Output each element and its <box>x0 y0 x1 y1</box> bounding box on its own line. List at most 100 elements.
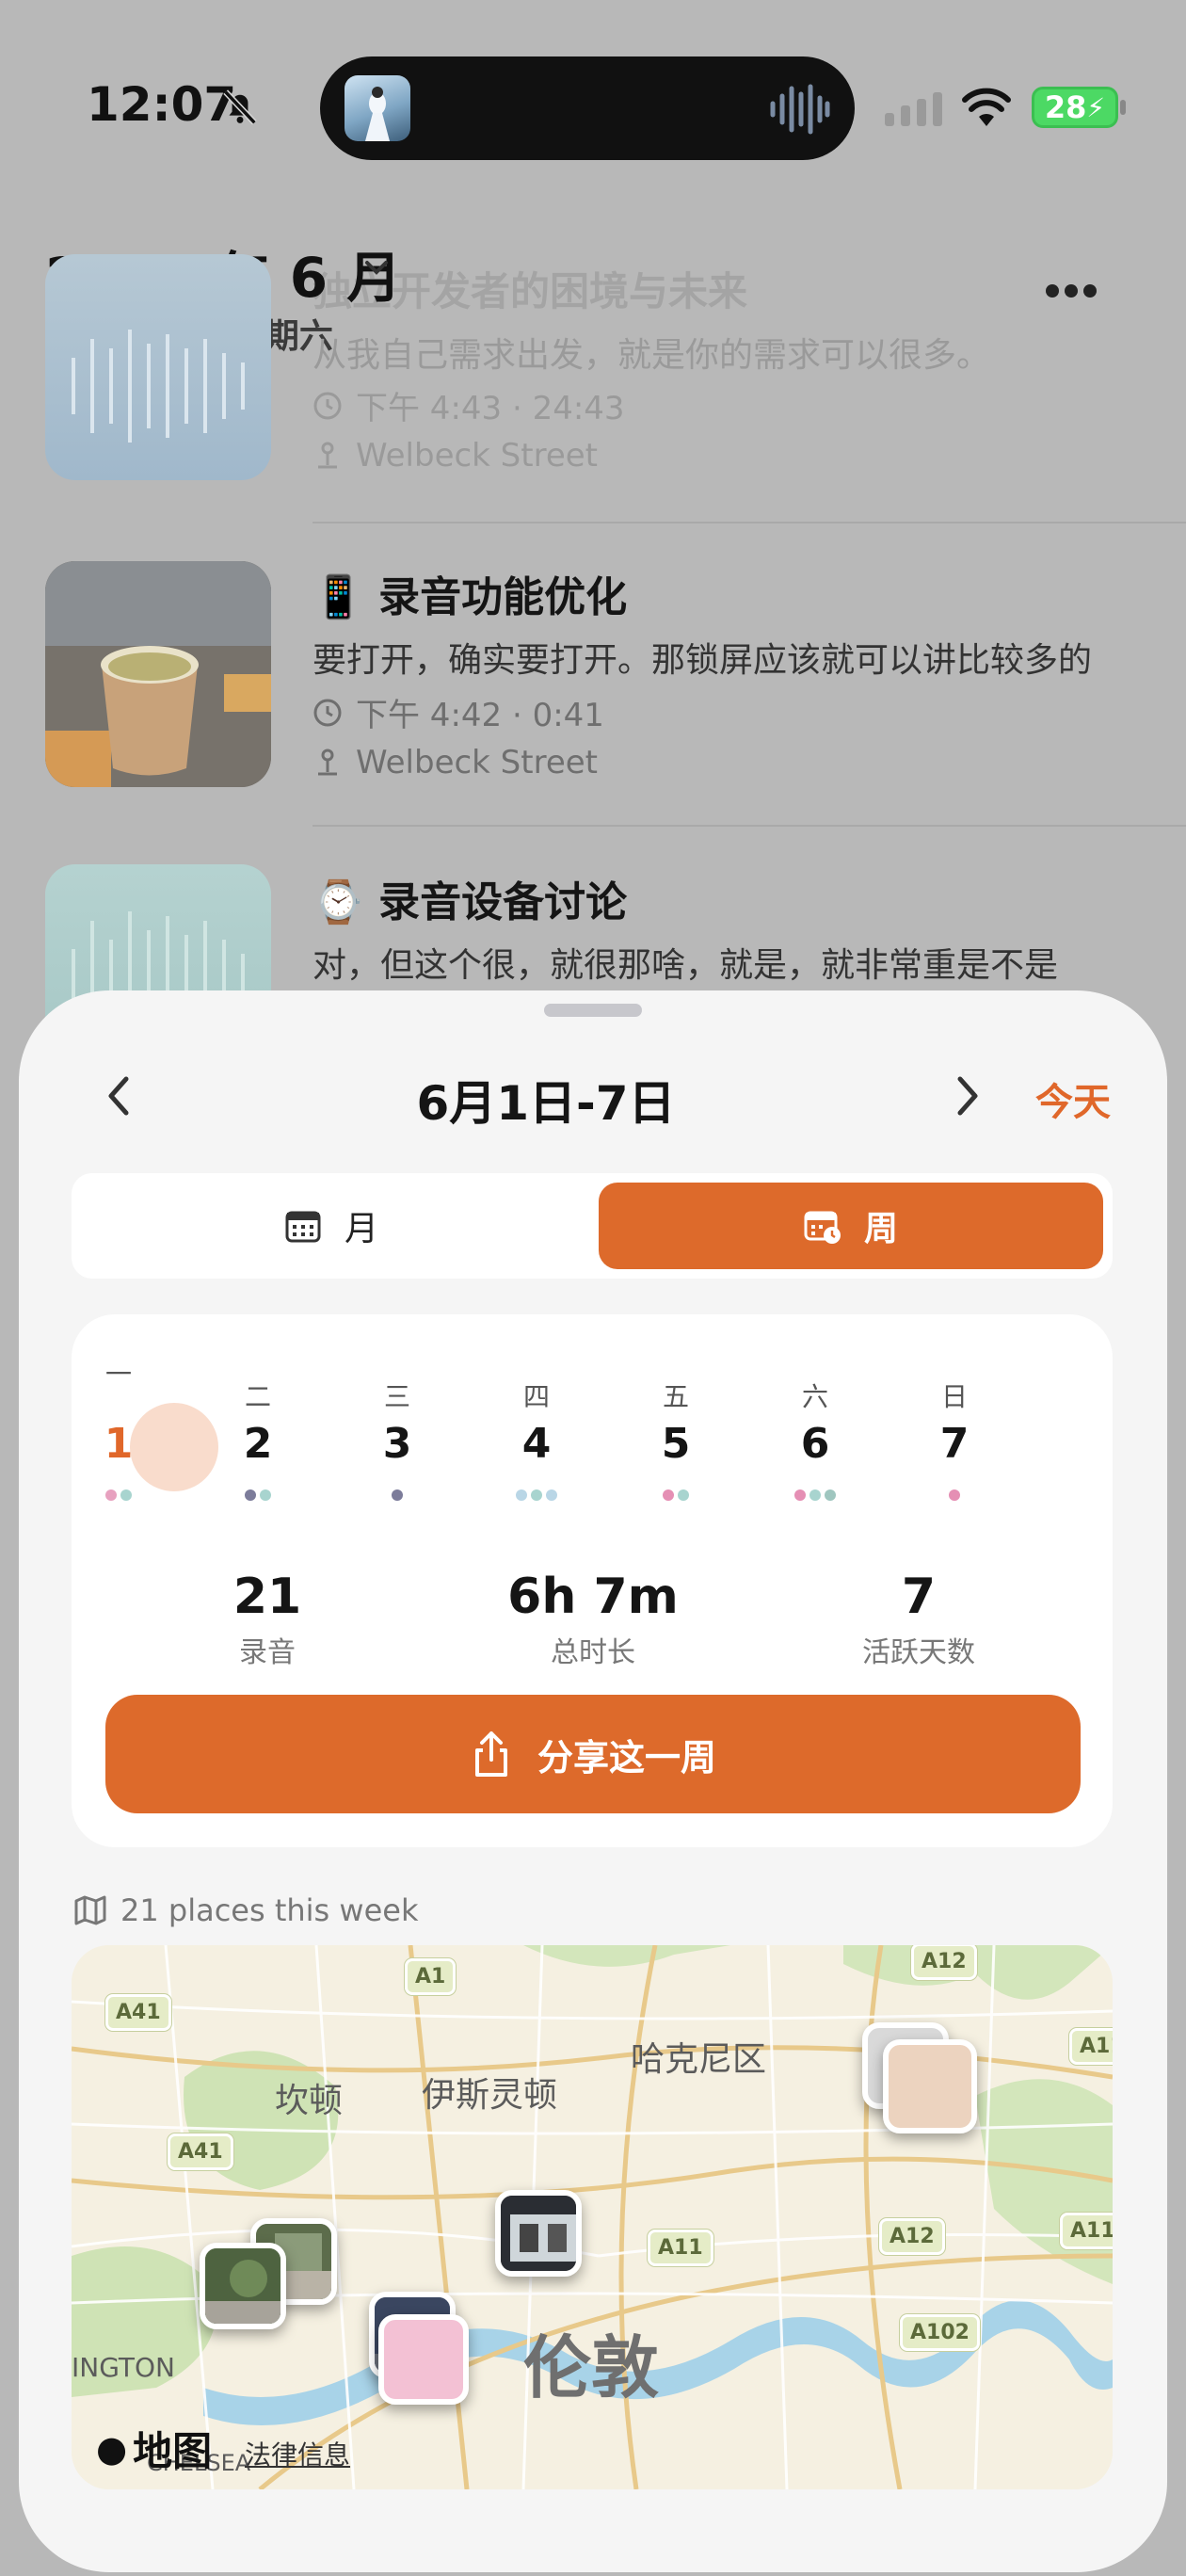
stat-recordings-value: 21 <box>232 1569 302 1625</box>
road-badge: A102 <box>900 2314 980 2351</box>
day-number[interactable]: 5 <box>619 1420 732 1468</box>
partial-item-summary: 从我自己需求出发，就是你的需求可以很多。 <box>313 336 991 375</box>
chevron-left-icon[interactable] <box>102 1073 136 1119</box>
day-number[interactable]: 1 <box>62 1420 175 1468</box>
weekday-label: 一 <box>104 1359 132 1390</box>
ellipsis-icon[interactable] <box>1045 282 1098 299</box>
recording-dot <box>809 1489 821 1501</box>
stat-duration-label: 总时长 <box>551 1636 635 1669</box>
week-range-title: 6月1日-7日 <box>416 1076 676 1131</box>
location-text: Welbeck Street <box>356 437 598 475</box>
chevron-down-icon[interactable] <box>363 254 390 281</box>
weekday-label: 六 <box>801 1381 828 1412</box>
stat-active-days-value: 7 <box>901 1569 937 1625</box>
recording-dot <box>531 1489 542 1501</box>
place-photo-pin[interactable] <box>200 2243 286 2329</box>
share-icon <box>474 1731 507 1777</box>
sheet-grabber[interactable] <box>544 1004 642 1017</box>
place-photo-pin[interactable] <box>495 2190 582 2277</box>
title-text: 录音功能优化 <box>378 573 628 621</box>
day-number[interactable]: 2 <box>201 1420 314 1468</box>
day-recording-dots <box>201 1489 314 1501</box>
location-pin-icon <box>318 442 337 469</box>
week-places-map[interactable]: A1 A12 A41 A41 A11 A12 A102 A112 A11 哈克尼… <box>72 1945 1113 2489</box>
map-label: 伊斯灵顿 <box>422 2076 558 2115</box>
segment-month[interactable]: 月 <box>72 1173 591 1279</box>
day-number[interactable]: 4 <box>480 1420 593 1468</box>
recording-thumbnail[interactable] <box>45 254 271 480</box>
today-button[interactable]: 今天 <box>1035 1071 1111 1126</box>
battery-indicator: 28 ⚡ <box>1032 87 1118 128</box>
segment-month-label: 月 <box>344 1210 378 1248</box>
signal-icon <box>885 92 942 126</box>
list-item-summary: 要打开，确实要打开。那锁屏应该就可以讲比较多的 <box>313 641 1093 680</box>
weekday-label: 二 <box>244 1381 271 1412</box>
wifi-icon <box>962 88 1011 126</box>
day-recording-dots <box>619 1489 732 1501</box>
stat-active-days-label: 活跃天数 <box>862 1636 975 1669</box>
day-number[interactable]: 7 <box>898 1420 1011 1468</box>
time-text: 下午 4:42 · 0:41 <box>356 697 604 734</box>
day-recording-dots <box>759 1489 872 1501</box>
place-color-pin[interactable] <box>378 2314 469 2405</box>
day-recording-dots <box>480 1489 593 1501</box>
maps-provider-text: 地图 <box>133 2428 213 2474</box>
share-week-button[interactable]: 分享这一周 <box>105 1695 1081 1813</box>
status-time: 12:07 <box>87 77 237 132</box>
map-label: 哈克尼区 <box>631 2040 767 2079</box>
clock-icon <box>313 699 342 726</box>
road-badge: A12 <box>879 2218 945 2255</box>
recording-dot <box>825 1489 836 1501</box>
day-recording-dots <box>62 1489 175 1501</box>
chevron-right-icon[interactable] <box>951 1073 985 1119</box>
phone-emoji-icon: 📱 <box>313 573 364 621</box>
recording-thumbnail-photo[interactable] <box>45 561 271 787</box>
calendar-grid-icon <box>285 1211 321 1243</box>
battery-percent: 28 <box>1044 89 1087 125</box>
day-recording-dots <box>341 1489 454 1501</box>
list-item-title[interactable]: 📱 录音功能优化 <box>313 563 627 623</box>
list-item-title[interactable]: ⌚ 录音设备讨论 <box>313 868 627 928</box>
road-badge: A112 <box>1060 2213 1113 2249</box>
location-pin-icon <box>318 749 337 776</box>
day-number[interactable]: 6 <box>759 1420 872 1468</box>
segment-week[interactable]: 周 <box>599 1183 1103 1269</box>
recording-dot <box>663 1489 674 1501</box>
recording-dot <box>120 1489 132 1501</box>
day-recording-dots <box>898 1489 1011 1501</box>
map-icon <box>74 1895 106 1925</box>
bell-slash-icon <box>223 89 257 125</box>
recording-dot <box>949 1489 960 1501</box>
places-count-text: 21 places this week <box>120 1892 419 1928</box>
apple-maps-logo: ● 地图 <box>96 2420 212 2477</box>
place-color-pin[interactable] <box>883 2039 977 2133</box>
segment-week-label: 周 <box>863 1210 898 1248</box>
title-text: 录音设备讨论 <box>378 878 628 926</box>
map-label-city: 伦敦 <box>523 2328 660 2407</box>
road-badge: A12 <box>911 1945 977 1980</box>
map-label: 坎顿 <box>275 2082 344 2120</box>
day-number[interactable]: 3 <box>341 1420 454 1468</box>
list-divider <box>313 825 1186 827</box>
road-badge: A41 <box>168 2133 233 2170</box>
map-label: INGTON <box>72 2352 175 2383</box>
partial-item-time: 下午 4:43 · 24:43 <box>313 382 625 428</box>
legal-info-link[interactable]: 法律信息 <box>245 2435 350 2472</box>
clock-icon <box>313 392 342 419</box>
recording-dot <box>516 1489 527 1501</box>
partial-item-location: Welbeck Street <box>313 437 598 475</box>
recording-dot <box>105 1489 117 1501</box>
recording-dot <box>678 1489 689 1501</box>
watch-emoji-icon: ⌚ <box>313 878 364 926</box>
weekday-label: 日 <box>940 1381 968 1412</box>
recording-dot <box>794 1489 806 1501</box>
road-badge: A11 <box>1069 2028 1113 2065</box>
list-divider <box>313 522 1186 523</box>
time-text: 下午 4:43 · 24:43 <box>356 390 625 427</box>
audio-waveform-icon <box>770 84 830 135</box>
location-text: Welbeck Street <box>356 744 598 781</box>
weekday-label: 四 <box>522 1381 550 1412</box>
weekday-label: 三 <box>383 1381 410 1412</box>
places-count: 21 places this week <box>73 1892 418 1928</box>
calendar-clock-icon <box>804 1211 841 1244</box>
